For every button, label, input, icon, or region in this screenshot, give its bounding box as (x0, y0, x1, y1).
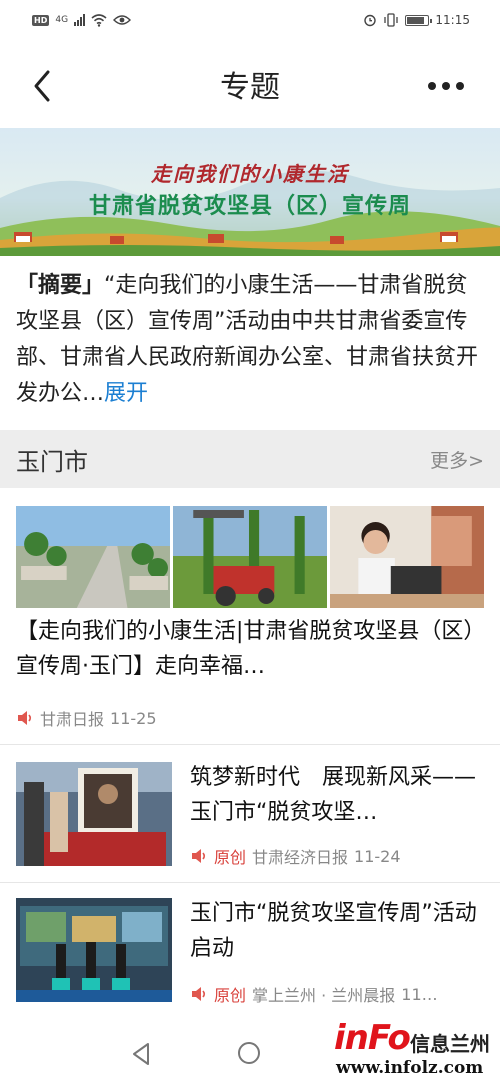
section-header: 玉门市 更多> (0, 430, 500, 488)
divider (0, 744, 500, 745)
status-left: HD 4G (32, 13, 132, 27)
speaker-icon[interactable] (16, 709, 34, 727)
section-title: 玉门市 (16, 447, 88, 476)
status-time: 11:15 (435, 13, 470, 27)
signal-icon (74, 14, 86, 26)
article-thumbnail[interactable] (16, 762, 172, 866)
article-meta: 原创 甘肃经济日报 11-24 (190, 844, 401, 868)
article-date: 11… (401, 984, 438, 1004)
status-right: 11:15 (363, 13, 470, 27)
topic-banner: 走向我们的小康生活 甘肃省脱贫攻坚县（区）宣传周 (0, 128, 500, 256)
article-date: 11-25 (110, 708, 157, 728)
section-more-link[interactable]: 更多> (430, 446, 484, 473)
vibrate-icon (384, 13, 399, 27)
wifi-icon (91, 13, 107, 27)
hd-badge: HD (32, 14, 50, 26)
article-source: 甘肃经济日报 (252, 848, 349, 867)
article-title[interactable]: 筑梦新时代 展现新风采——玉门市“脱贫攻坚… (190, 760, 486, 830)
system-back-icon[interactable] (130, 1042, 152, 1066)
banner-title: 甘肃省脱贫攻坚县（区）宣传周 (88, 194, 411, 219)
expand-link[interactable]: 展开 (104, 381, 148, 406)
speaker-icon[interactable] (190, 847, 208, 865)
banner-slogan: 走向我们的小康生活 (151, 162, 349, 186)
article-thumbnail[interactable] (16, 898, 172, 1002)
nav-bar: 专题 (0, 40, 500, 128)
article-meta: 甘肃日报 11-25 (16, 706, 157, 730)
speaker-icon[interactable] (190, 985, 208, 1003)
summary-tag: 「摘要」 (16, 273, 105, 298)
divider (0, 882, 500, 883)
article-photo-student (330, 506, 484, 608)
back-icon[interactable] (26, 66, 66, 106)
article-source: 甘肃日报 (40, 710, 105, 729)
article-title[interactable]: 【走向我们的小康生活|甘肃省脱贫攻坚县（区）宣传周·玉门】走向幸福… (16, 614, 486, 684)
article-date: 11-24 (354, 846, 401, 866)
article-title[interactable]: 玉门市“脱贫攻坚宣传周”活动启动 (190, 896, 486, 966)
article-photo-village (16, 506, 170, 608)
eye-icon (113, 15, 132, 25)
article-source: 掌上兰州 · 兰州晨报 (252, 986, 396, 1005)
article-meta: 原创 掌上兰州 · 兰州晨报 11… (190, 982, 438, 1006)
system-home-icon[interactable] (238, 1042, 260, 1064)
network-type: 4G (55, 15, 69, 25)
article-photo-strip[interactable] (16, 506, 484, 608)
alarm-icon (364, 14, 377, 27)
page-title: 专题 (220, 70, 280, 105)
more-options-icon[interactable] (428, 80, 468, 92)
watermark-name: 信息兰州 (410, 1032, 490, 1056)
battery-icon (405, 14, 433, 26)
status-bar: HD 4G 11:15 (0, 0, 500, 40)
article-photo-farm (173, 506, 327, 608)
original-tag: 原创 (214, 848, 247, 867)
watermark-url: www.infolz.com (336, 1058, 484, 1078)
topic-summary: 「摘要」“走向我们的小康生活——甘肃省脱贫攻坚县（区）宣传周”活动由中共甘肃省委… (16, 268, 484, 412)
watermark-logo: inFo (334, 1018, 411, 1058)
original-tag: 原创 (214, 986, 247, 1005)
